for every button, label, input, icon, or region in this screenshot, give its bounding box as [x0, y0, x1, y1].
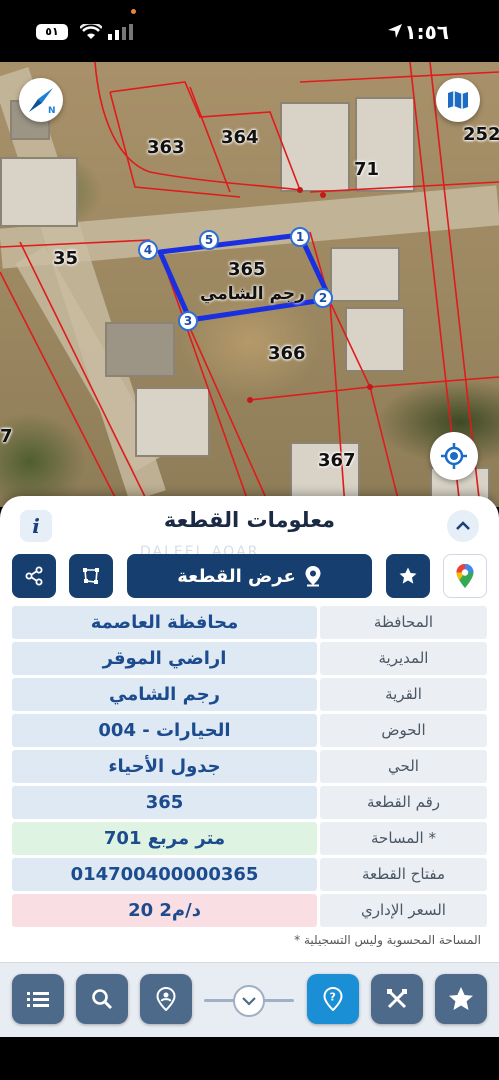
sheet-title: معلومات القطعة	[163, 508, 336, 532]
area-footnote: * المساحة المحسوبة وليس التسجيلية	[294, 933, 481, 947]
detail-label: الحي	[320, 750, 487, 783]
action-bar: عرض القطعة	[12, 554, 487, 600]
plot-label: 363	[147, 137, 185, 158]
detail-row-area: 701 متر مربع المساحة *	[12, 822, 487, 855]
polygon-icon	[83, 568, 99, 584]
status-bar: ٥١ ١:٥٦	[0, 0, 499, 62]
cellular-signal-icon	[108, 24, 133, 40]
search-icon	[92, 989, 113, 1010]
detail-value: 20 د/م2	[12, 894, 317, 927]
list-icon	[27, 992, 49, 1007]
plot-label: 365	[228, 259, 266, 280]
detail-row-plot-number: 365 رقم القطعة	[12, 786, 487, 819]
battery-indicator: ٥١	[36, 24, 68, 40]
plot-label: 367	[318, 450, 356, 471]
plot-label: 71	[354, 159, 380, 180]
show-plot-label: عرض القطعة	[177, 565, 296, 587]
svg-text:N: N	[48, 106, 56, 115]
detail-row-neighborhood: جدول الأحياء الحي	[12, 750, 487, 783]
compass-icon: N	[29, 88, 56, 115]
detail-label: المديرية	[320, 642, 487, 675]
collapse-button[interactable]	[447, 510, 479, 542]
map-icon	[448, 91, 468, 109]
locate-icon	[441, 443, 467, 469]
detail-label: القرية	[320, 678, 487, 711]
favorites-button[interactable]	[435, 974, 487, 1024]
detail-row-basin: الحيارات - 004 الحوض	[12, 714, 487, 747]
detail-value: الحيارات - 004	[12, 714, 317, 747]
map-layers-button[interactable]	[436, 78, 480, 122]
draw-area-button[interactable]	[69, 554, 113, 598]
privacy-indicator	[131, 9, 136, 14]
detail-label: مفتاح القطعة	[320, 858, 487, 891]
chevron-down-icon	[242, 997, 256, 1006]
detail-label: المحافظة	[320, 606, 487, 639]
plot-label: 252	[463, 124, 499, 145]
map-view[interactable]: 363 364 71 252 35 365 رجم الشامي 366 367…	[0, 62, 499, 507]
share-icon	[25, 566, 43, 586]
location-arrow-icon	[388, 24, 402, 38]
plot-label: 366	[268, 343, 306, 364]
person-pin-icon	[156, 987, 176, 1011]
detail-label: السعر الإداري	[320, 894, 487, 927]
map-pin-icon	[305, 566, 321, 587]
detail-row-plot-key: 014700400000365 مفتاح القطعة	[12, 858, 487, 891]
home-indicator-area	[0, 1037, 499, 1080]
my-location-button[interactable]	[430, 432, 478, 480]
parcel-vertex[interactable]: 2	[313, 288, 333, 308]
compass-button[interactable]: N	[19, 78, 63, 122]
parcel-vertex[interactable]: 1	[290, 227, 310, 247]
detail-row-governorate: محافظة العاصمة المحافظة	[12, 606, 487, 639]
detail-row-directorate: اراضي الموقر المديرية	[12, 642, 487, 675]
star-icon	[399, 567, 417, 584]
detail-label: المساحة *	[320, 822, 487, 855]
show-plot-button[interactable]: عرض القطعة	[127, 554, 372, 598]
detail-value: محافظة العاصمة	[12, 606, 317, 639]
nearby-button[interactable]	[140, 974, 192, 1024]
detail-row-admin-price: 20 د/م2 السعر الإداري	[12, 894, 487, 927]
plot-label: 35	[53, 248, 79, 269]
search-button[interactable]	[76, 974, 128, 1024]
bottom-toolbar: ?	[0, 962, 499, 1037]
clock: ١:٥٦	[404, 20, 449, 44]
help-button[interactable]: ?	[307, 974, 359, 1024]
plot-label: 7	[0, 426, 13, 447]
help-pin-icon: ?	[323, 987, 343, 1011]
star-icon	[449, 987, 473, 1010]
plot-details-table: محافظة العاصمة المحافظة اراضي الموقر الم…	[12, 606, 487, 930]
detail-value: رجم الشامي	[12, 678, 317, 711]
detail-label: الحوض	[320, 714, 487, 747]
wifi-icon	[80, 24, 102, 39]
svg-text:?: ?	[330, 991, 336, 1004]
detail-value: 365	[12, 786, 317, 819]
detail-value: 014700400000365	[12, 858, 317, 891]
parcel-vertex[interactable]: 4	[138, 240, 158, 260]
favorite-button[interactable]	[386, 554, 430, 598]
chevron-up-icon	[456, 521, 470, 530]
list-button[interactable]	[12, 974, 64, 1024]
detail-row-village: رجم الشامي القرية	[12, 678, 487, 711]
selected-plot-name: رجم الشامي	[200, 284, 305, 304]
detail-value: 701 متر مربع	[12, 822, 317, 855]
detail-value: اراضي الموقر	[12, 642, 317, 675]
tools-button[interactable]	[371, 974, 423, 1024]
parcel-vertex[interactable]: 5	[199, 230, 219, 250]
parcel-vertex[interactable]: 3	[178, 311, 198, 331]
plot-label: 364	[221, 127, 259, 148]
google-maps-icon	[456, 564, 474, 588]
detail-label: رقم القطعة	[320, 786, 487, 819]
google-maps-button[interactable]	[443, 554, 487, 598]
toolbar-expand-toggle[interactable]	[233, 985, 265, 1017]
detail-value: جدول الأحياء	[12, 750, 317, 783]
share-button[interactable]	[12, 554, 56, 598]
tools-icon	[387, 989, 407, 1009]
